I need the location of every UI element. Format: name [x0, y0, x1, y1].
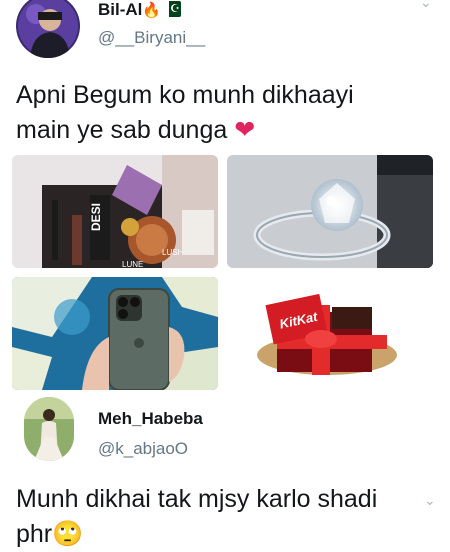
reply-text-line-2-text: phr [16, 520, 53, 548]
reply-text: Munh dikhai tak mjsy karlo shadi phr🙄 [16, 482, 436, 552]
reply-author-handle[interactable]: @k_abjaoO [98, 439, 188, 459]
reply-text-line-1: Munh dikhai tak mjsy karlo shadi [16, 485, 378, 513]
reply-avatar[interactable] [24, 397, 74, 461]
diamond-ring-image[interactable] [227, 155, 433, 268]
lush-label: LUSH [162, 248, 184, 257]
svg-text:DESI: DESI [89, 203, 103, 231]
fire-emoji: 🔥 [142, 2, 162, 19]
kitkat-chocolate-box-image[interactable]: KitKat [227, 277, 433, 390]
tweet-text-line-1: Apni Begum ko munh dikhaayi [16, 81, 354, 109]
reply-author-name[interactable]: Meh_Habeba [98, 409, 203, 429]
tweet-menu-chevron-icon[interactable]: ⌄ [420, 0, 432, 11]
pakistan-flag-icon [165, 1, 182, 17]
makeup-gift-box-image[interactable]: DESI LUSH LUNE [12, 155, 218, 268]
author-handle[interactable]: @__Biryani__ [98, 28, 205, 48]
lune-label: LUNE [122, 260, 143, 268]
iphone-image[interactable] [12, 277, 218, 390]
author-name-row: Bil-Al🔥 [98, 0, 182, 22]
tweet-text-line-2-text: main ye sab dunga [16, 116, 228, 144]
author-name[interactable]: Bil-Al [98, 0, 142, 19]
eye-roll-emoji: 🙄 [52, 520, 84, 548]
tweet-text: Apni Begum ko munh dikhaayi main ye sab … [16, 78, 436, 148]
tweet-text-line-2: main ye sab dunga ❤ [16, 113, 436, 148]
heart-emoji: ❤ [234, 116, 256, 144]
author-avatar[interactable] [16, 0, 80, 58]
